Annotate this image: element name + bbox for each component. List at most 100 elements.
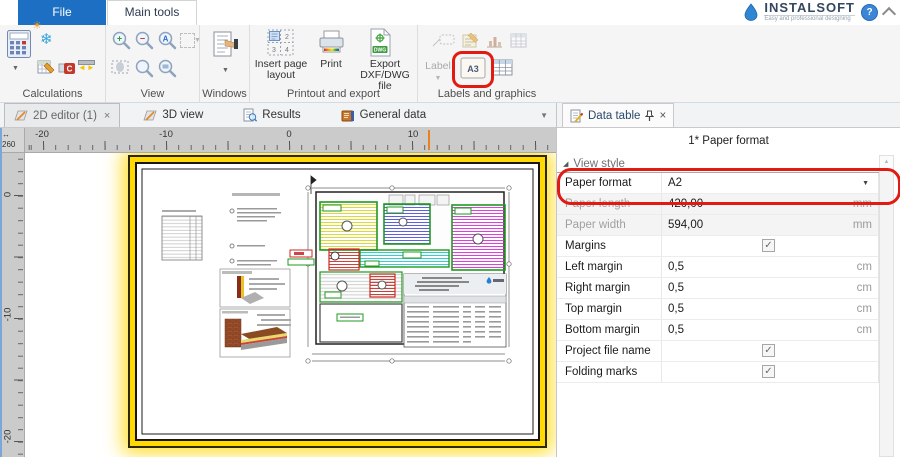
v-ruler-label: 0 [3, 185, 14, 205]
zoom-previous-icon[interactable] [134, 58, 154, 81]
insert-page-layout-button[interactable]: Insert page layout [252, 59, 310, 81]
insert-page-layout-icon[interactable]: 234 [267, 29, 294, 59]
label-button[interactable]: Label ▼ [420, 61, 456, 83]
tab-data-table[interactable]: Data table × [562, 103, 674, 127]
value-text: 0,5 [668, 261, 684, 273]
unit-label: mm [853, 215, 872, 236]
property-label: Right margin [557, 278, 661, 298]
brand-text: INSTALSOFT Easy and professional designi… [764, 2, 855, 22]
close-panel-icon[interactable]: × [659, 110, 666, 122]
property-row-left-margin[interactable]: Left margin 0,5 cm [557, 257, 879, 278]
ruler-corner[interactable]: ↔ 260 [0, 128, 25, 153]
svg-text:4: 4 [285, 47, 289, 54]
check-icon: ✓ [764, 240, 772, 251]
windows-dropdown-icon[interactable]: ▼ [222, 67, 229, 75]
label-dropdown-icon[interactable]: ▼ [435, 75, 442, 82]
group-label: Labels and graphics [418, 88, 556, 100]
property-row-folding-marks[interactable]: Folding marks✓ [557, 362, 879, 383]
unit-label: cm [857, 320, 872, 341]
pin-icon[interactable] [645, 110, 654, 122]
vertical-ruler[interactable]: 0 -10 -20 [0, 153, 25, 457]
dimension-arrows: ◄► [78, 65, 96, 71]
property-value-cell[interactable]: 0,5 cm [661, 257, 878, 277]
pan-icon[interactable] [111, 58, 129, 79]
tab-main-tools[interactable]: Main tools [107, 0, 197, 25]
windows-icon[interactable] [212, 30, 239, 63]
brand-area: INSTALSOFT Easy and professional designi… [744, 2, 894, 22]
property-value-cell[interactable]: 0,5 cm [661, 299, 878, 319]
edit-note-icon[interactable] [462, 32, 479, 52]
zoom-window-icon[interactable] [157, 58, 177, 81]
calculation-options-icon[interactable]: C [58, 58, 76, 79]
edit-results-table-icon[interactable] [37, 58, 55, 79]
group-windows: ▼ Windows [200, 25, 250, 102]
print-icon[interactable] [318, 30, 345, 58]
checkbox[interactable]: ✓ [762, 344, 775, 357]
group-view: + − A ▼ View [106, 25, 200, 102]
property-label: Project file name [557, 341, 661, 361]
tab-3d-view[interactable]: 3D view [134, 103, 212, 127]
property-value-cell[interactable]: ✓ [661, 341, 878, 361]
tab-list-dropdown-icon[interactable]: ▼ [540, 111, 556, 120]
paper-sheet[interactable] [135, 162, 540, 441]
grid-graphic-icon[interactable] [510, 32, 527, 52]
property-label: Bottom margin [557, 320, 661, 340]
check-icon: ✓ [764, 345, 772, 356]
close-tab-icon[interactable]: × [104, 110, 110, 122]
calculator-icon[interactable] [6, 29, 32, 62]
property-row-paper-width[interactable]: Paper width594,00mm [557, 215, 879, 236]
calculations-dropdown-icon[interactable]: ▼ [12, 65, 19, 73]
dimension-tool-icon[interactable]: ◄► [78, 60, 96, 71]
zoom-all-icon[interactable]: A [157, 30, 177, 53]
zoom-out-icon[interactable]: − [134, 30, 154, 53]
group-label: View [106, 88, 199, 100]
drawing-canvas[interactable] [25, 153, 556, 457]
group-label: Printout and export [250, 88, 417, 100]
unit-label: cm [857, 299, 872, 320]
callout-label-icon[interactable] [432, 33, 456, 51]
tab-2d-editor[interactable]: 2D editor (1) × [4, 103, 120, 127]
property-value-cell[interactable]: ✓ [661, 236, 878, 256]
zoom-in-icon[interactable]: + [111, 30, 131, 53]
h-ruler-label: 10 [408, 129, 419, 140]
property-value-cell[interactable]: 0,5cm [661, 320, 878, 340]
tab-label: 3D view [162, 109, 203, 121]
tab-general-data[interactable]: General data [332, 103, 436, 127]
section-collapse-icon[interactable]: ◢ [563, 160, 568, 168]
export-dwg-icon[interactable]: DWG [368, 28, 393, 60]
selection-area-icon[interactable] [180, 33, 195, 48]
svg-text:+: + [117, 34, 122, 44]
property-row-top-margin[interactable]: Top margin0,5cm [557, 299, 879, 320]
tab-results[interactable]: Results [234, 103, 309, 127]
checkbox[interactable]: ✓ [762, 365, 775, 378]
property-row-bottom-margin[interactable]: Bottom margin0,5cm [557, 320, 879, 341]
property-value-cell[interactable]: 0,5cm [661, 278, 878, 298]
property-row-margins[interactable]: Margins ✓ [557, 236, 879, 257]
value-text: 0,5 [668, 303, 684, 315]
data-table-grid-icon[interactable] [492, 58, 513, 80]
property-value-cell[interactable]: ✓ [661, 362, 878, 382]
unit-label: cm [857, 257, 872, 278]
check-icon: ✓ [764, 366, 772, 377]
horizontal-ruler[interactable]: -20 -10 0 10 [25, 128, 556, 153]
property-value-cell[interactable]: 594,00mm [661, 215, 878, 235]
unit-label: cm [857, 278, 872, 299]
help-icon[interactable]: ? [861, 4, 878, 21]
property-row-project-file-name[interactable]: Project file name ✓ [557, 341, 879, 362]
panel-tab-label: Data table [588, 110, 640, 122]
tab-label: General data [360, 109, 427, 121]
property-label: Left margin [557, 257, 661, 277]
print-button[interactable]: Print [308, 59, 354, 70]
property-label: Margins [557, 236, 661, 256]
group-label: Windows [200, 88, 249, 100]
collapse-ribbon-icon[interactable] [882, 7, 896, 21]
annotation-page-format-icon [452, 51, 494, 88]
svg-text:−: − [140, 34, 145, 44]
chart-icon[interactable] [486, 32, 503, 52]
cursor-position-marker [428, 130, 430, 150]
panel-header-title: 1* Paper format [557, 128, 900, 155]
property-row-right-margin[interactable]: Right margin0,5cm [557, 278, 879, 299]
property-label: Paper width [557, 215, 661, 235]
snowflake-icon: ❄ [40, 30, 53, 48]
checkbox[interactable]: ✓ [762, 239, 775, 252]
